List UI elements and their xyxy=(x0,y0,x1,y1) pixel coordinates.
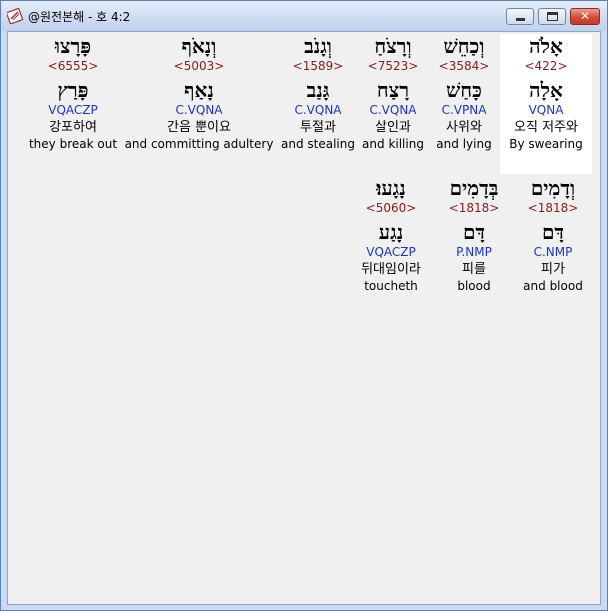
english-gloss: and blood xyxy=(523,279,583,293)
hebrew-word: וְנָאֹף xyxy=(181,34,217,58)
word-cell[interactable]: וְרָצֹחַ <7523> רָצַח C.VQNA 살인과 and kil… xyxy=(358,34,428,174)
lemma: דָּם xyxy=(541,220,565,244)
interlinear-panel[interactable]: אָלֹה <422> אָלָה VQNA 오직 저주와 By swearin… xyxy=(7,31,601,605)
korean-gloss: 피가 xyxy=(541,262,565,277)
minimize-icon xyxy=(516,18,525,21)
title-bar[interactable]: @원전본해 - 호 4:2 ✕ xyxy=(1,1,607,31)
morphology: P.NMP xyxy=(456,245,492,259)
morphology: C.VQNA xyxy=(294,103,342,117)
english-gloss: and stealing xyxy=(281,137,355,151)
morphology: C.VQNA xyxy=(369,103,417,117)
word-cell[interactable]: נָגָעוּ׃ <5060> נָגַע VQACZP 뒤대임이라 touch… xyxy=(348,176,434,316)
korean-gloss: 살인과 xyxy=(375,120,411,135)
maximize-icon xyxy=(547,12,558,21)
morphology: VQACZP xyxy=(366,245,416,259)
word-cell[interactable]: פָּרָצוּ <6555> פָּרַץ VQACZP 강포하여 they … xyxy=(26,34,120,174)
hebrew-word: וְדָמִים xyxy=(530,176,576,200)
korean-gloss: 강포하여 xyxy=(49,120,97,135)
minimize-button[interactable] xyxy=(506,8,534,25)
morphology: C.NMP xyxy=(533,245,573,259)
word-cell[interactable]: וְכַחֵשׁ <3584> כָּחַשׁ C.VPNA 사위와 and l… xyxy=(428,34,500,174)
korean-gloss: 사위와 xyxy=(446,120,482,135)
english-gloss: and lying xyxy=(436,137,492,151)
english-gloss: By swearing xyxy=(509,137,583,151)
lemma: רָצַח xyxy=(376,78,410,102)
lemma: נָאַף xyxy=(184,78,214,102)
close-icon: ✕ xyxy=(579,9,591,23)
strong-number[interactable]: <1589> xyxy=(278,59,358,73)
word-cell[interactable]: וְנָאֹף <5003> נָאַף C.VQNA 간음 뿐이요 and c… xyxy=(124,34,274,174)
english-gloss: they break out xyxy=(28,137,118,151)
english-gloss: and committing adultery xyxy=(124,137,274,151)
hebrew-word: וְגָנֹב xyxy=(304,34,332,58)
morphology: VQACZP xyxy=(48,103,98,117)
lemma: פָּרַץ xyxy=(57,78,89,102)
window-title: @원전본해 - 호 4:2 xyxy=(28,10,131,24)
word-cell[interactable]: אָלֹה <422> אָלָה VQNA 오직 저주와 By swearin… xyxy=(500,34,592,174)
strong-number[interactable]: <1818> xyxy=(514,201,592,215)
korean-gloss: 뒤대임이라 xyxy=(361,262,421,277)
korean-gloss: 오직 저주와 xyxy=(514,120,578,135)
strong-number[interactable]: <1818> xyxy=(434,201,514,215)
english-gloss: toucheth xyxy=(364,279,418,293)
korean-gloss: 피를 xyxy=(462,262,486,277)
lemma: אָלָה xyxy=(529,78,563,102)
morphology: C.VQNA xyxy=(175,103,223,117)
morphology: VQNA xyxy=(528,103,564,117)
word-cell[interactable]: וְדָמִים <1818> דָּם C.NMP 피가 and blood xyxy=(514,176,592,316)
hebrew-word: וְכַחֵשׁ xyxy=(443,34,485,58)
hebrew-word: אָלֹה xyxy=(529,34,563,58)
lemma: נָגַע xyxy=(378,220,404,244)
hebrew-word: וְרָצֹחַ xyxy=(374,34,412,58)
close-button[interactable]: ✕ xyxy=(570,8,600,25)
strong-number[interactable]: <5003> xyxy=(124,59,274,73)
english-gloss: and killing xyxy=(362,137,424,151)
hebrew-word: בְּדָמִים xyxy=(449,176,499,200)
lemma: גָּנַב xyxy=(306,78,330,102)
bible-book-icon[interactable] xyxy=(7,8,23,24)
strong-number[interactable]: <5060> xyxy=(348,201,434,215)
strong-number[interactable]: <6555> xyxy=(26,59,120,73)
hebrew-word: פָּרָצוּ xyxy=(54,34,92,58)
maximize-button[interactable] xyxy=(538,8,566,25)
korean-gloss: 간음 뿐이요 xyxy=(167,120,231,135)
english-gloss: blood xyxy=(457,279,491,293)
strong-number[interactable]: <7523> xyxy=(358,59,428,73)
strong-number[interactable]: <422> xyxy=(500,59,592,73)
hebrew-word: נָגָעוּ׃ xyxy=(376,176,406,200)
morphology: C.VPNA xyxy=(441,103,487,117)
lemma: כָּחַשׁ xyxy=(446,78,482,102)
lemma: דָּם xyxy=(462,220,486,244)
app-window: @원전본해 - 호 4:2 ✕ אָלֹה <422> אָלָה VQNA 오… xyxy=(0,0,608,611)
strong-number[interactable]: <3584> xyxy=(428,59,500,73)
word-cell[interactable]: וְגָנֹב <1589> גָּנַב C.VQNA 투절과 and ste… xyxy=(278,34,358,174)
word-cell[interactable]: בְּדָמִים <1818> דָּם P.NMP 피를 blood xyxy=(434,176,514,316)
korean-gloss: 투절과 xyxy=(300,120,336,135)
